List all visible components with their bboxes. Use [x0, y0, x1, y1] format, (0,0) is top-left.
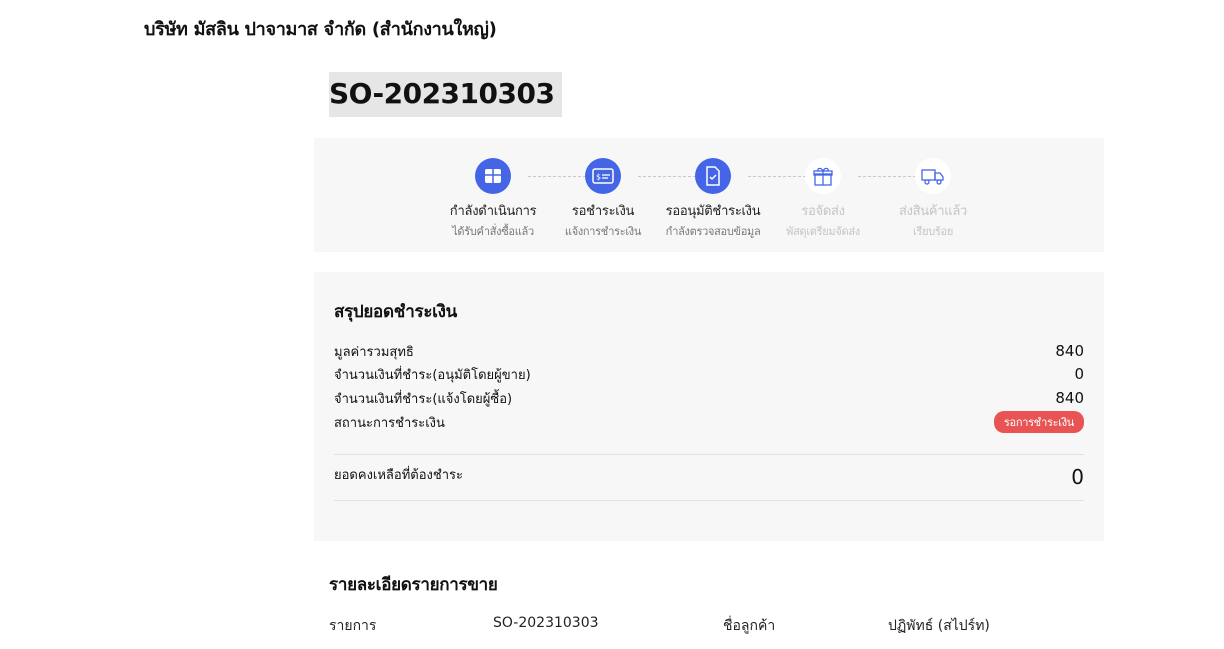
- summary-row-paid-approved: จำนวนเงินที่ชำระ(อนุมัติโดยผู้ขาย) 0: [334, 363, 1084, 385]
- summary-row-paid-reported: จำนวนเงินที่ชำระ(แจ้งโดยผู้ซื้อ) 840: [334, 387, 1084, 409]
- remaining-label: ยอดคงเหลือที่ต้องชำระ: [334, 468, 463, 483]
- summary-label: จำนวนเงินที่ชำระ(อนุมัติโดยผู้ขาย): [334, 367, 531, 383]
- step-subtitle: เรียบร้อย: [913, 225, 953, 238]
- truck-icon: [915, 158, 951, 194]
- step-subtitle: ได้รับคำสั่งซื้อแล้ว: [452, 225, 534, 238]
- divider: [334, 500, 1084, 501]
- step-awaiting-shipment: รอจัดส่ง พัสดุเตรียมจัดส่ง: [768, 158, 878, 240]
- sales-details-title: รายละเอียดรายการขาย: [329, 575, 498, 595]
- step-title: กำลังดำเนินการ: [449, 204, 537, 219]
- step-processing: กำลังดำเนินการ ได้รับคำสั่งซื้อแล้ว: [438, 158, 548, 240]
- payment-card-icon: $: [585, 158, 621, 194]
- step-subtitle: กำลังตรวจสอบข้อมูล: [665, 225, 761, 238]
- step-shipped: ส่งสินค้าแล้ว เรียบร้อย: [878, 158, 988, 240]
- summary-value: 840: [1055, 342, 1084, 360]
- status-label: สถานะการชำระเงิน: [334, 415, 445, 431]
- summary-label: มูลค่ารวมสุทธิ: [334, 344, 414, 360]
- payment-summary-panel: สรุปยอดชำระเงิน มูลค่ารวมสุทธิ 840 จำนวน…: [314, 272, 1104, 541]
- order-id-title: SO-202310303: [329, 72, 563, 117]
- summary-value: 0: [1074, 365, 1084, 383]
- summary-row-net-total: มูลค่ารวมสุทธิ 840: [334, 340, 1084, 362]
- step-awaiting-payment: $ รอชำระเงิน แจ้งการชำระเงิน: [548, 158, 658, 240]
- item-value: SO-202310303: [493, 615, 599, 631]
- document-check-icon: [695, 158, 731, 194]
- customer-value: ปฏิพัทธ์ (สไปร์ท): [888, 618, 990, 634]
- svg-text:$: $: [596, 173, 601, 182]
- gift-box-icon: [805, 158, 841, 194]
- company-name: บริษัท มัสลิน ปาจามาส จำกัด (สำนักงานใหญ…: [144, 19, 497, 40]
- step-title: ส่งสินค้าแล้ว: [898, 204, 968, 219]
- remaining-value: 0: [1071, 465, 1084, 489]
- divider: [334, 454, 1084, 455]
- order-progress-panel: กำลังดำเนินการ ได้รับคำสั่งซื้อแล้ว $ รอ…: [314, 138, 1104, 252]
- box-icon: [475, 158, 511, 194]
- step-subtitle: พัสดุเตรียมจัดส่ง: [786, 225, 860, 238]
- step-subtitle: แจ้งการชำระเงิน: [564, 225, 642, 238]
- step-title: รอชำระเงิน: [571, 204, 635, 219]
- step-title: รอจัดส่ง: [801, 204, 845, 219]
- summary-label: จำนวนเงินที่ชำระ(แจ้งโดยผู้ซื้อ): [334, 391, 513, 407]
- step-title: รออนุมัติชำระเงิน: [665, 204, 761, 219]
- customer-label: ชื่อลูกค้า: [723, 618, 776, 634]
- step-payment-approval: รออนุมัติชำระเงิน กำลังตรวจสอบข้อมูล: [658, 158, 768, 240]
- summary-row-payment-status: สถานะการชำระเงิน รอการชำระเงิน: [334, 411, 1084, 433]
- item-label: รายการ: [329, 618, 377, 634]
- summary-value: 840: [1055, 389, 1084, 407]
- status-badge: รอการชำระเงิน: [993, 411, 1084, 433]
- summary-title: สรุปยอดชำระเงิน: [334, 302, 457, 322]
